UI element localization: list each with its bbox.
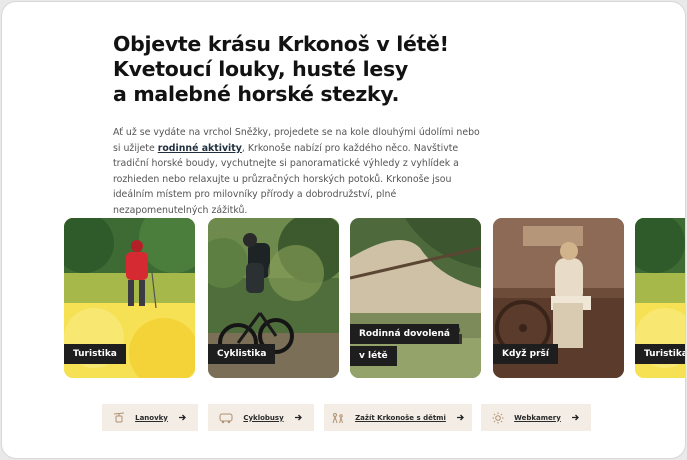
card-turistika[interactable]: Turistika — [64, 218, 195, 378]
card-label: Když prší — [493, 344, 558, 364]
card-cyklistika[interactable]: Cyklistika — [208, 218, 339, 378]
category-carousel: Turistika Cyklistika Rodinná dovolená v … — [2, 218, 685, 378]
link-webkamery[interactable]: Webkamery — [481, 404, 591, 431]
intro-text: Ať už se vydáte na vrchol Sněžky, projed… — [113, 125, 483, 218]
family-activities-link[interactable]: rodinné aktivity — [158, 143, 242, 154]
card-label: Turistika — [64, 344, 126, 364]
title-line-3: a malebné horské stezky. — [113, 82, 400, 106]
link-cyklobusy[interactable]: Cyklobusy — [208, 404, 314, 431]
arrow-right-icon — [571, 413, 580, 422]
bus-icon — [219, 412, 233, 424]
page: Objevte krásu Krkonoš v létě! Kvetoucí l… — [2, 2, 685, 458]
link-lanovky[interactable]: Lanovky — [102, 404, 198, 431]
link-label: Zažít Krkonoše s dětmi — [355, 413, 446, 422]
card-label-line-1: Rodinná dovolená — [350, 324, 460, 344]
link-label: Cyklobusy — [243, 413, 284, 422]
cable-car-icon — [113, 412, 125, 424]
arrow-right-icon — [178, 413, 187, 422]
card-label-line-2: v létě — [350, 346, 397, 366]
card-label: Turistika — [635, 344, 685, 364]
link-label: Lanovky — [135, 413, 168, 422]
card-turistika-2[interactable]: Turistika — [635, 218, 685, 378]
link-label: Webkamery — [514, 413, 561, 422]
card-label: Cyklistika — [208, 344, 276, 364]
title-line-2: Kvetoucí louky, husté lesy — [113, 57, 408, 81]
sun-icon — [492, 412, 504, 424]
page-title: Objevte krásu Krkonoš v létě! Kvetoucí l… — [113, 32, 533, 107]
family-icon — [331, 412, 345, 424]
arrow-right-icon — [294, 413, 303, 422]
arrow-right-icon — [456, 413, 465, 422]
card-kdyz-prsi[interactable]: Když prší — [493, 218, 624, 378]
link-zazit-s-detmi[interactable]: Zažít Krkonoše s dětmi — [324, 404, 472, 431]
title-line-1: Objevte krásu Krkonoš v létě! — [113, 32, 449, 56]
card-rodinna-dovolena[interactable]: Rodinná dovolená v létě — [350, 218, 481, 378]
